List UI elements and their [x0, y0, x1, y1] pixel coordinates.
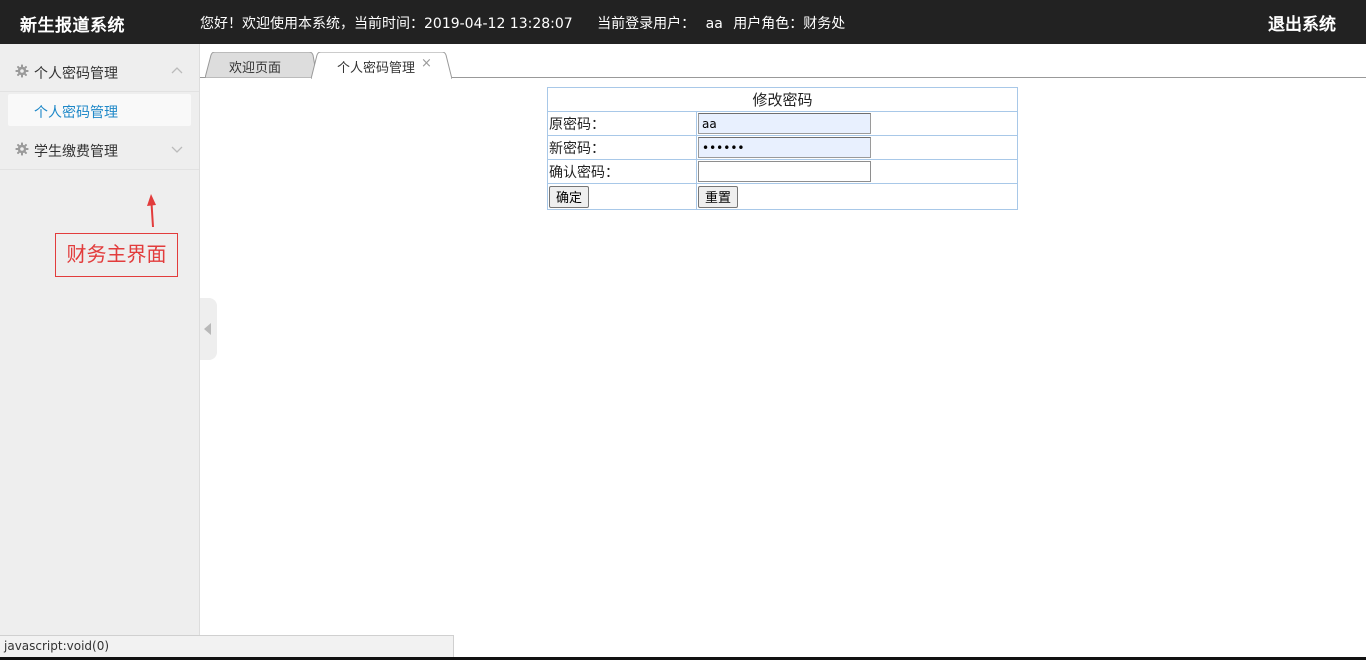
submit-button[interactable]: 确定 — [549, 185, 590, 208]
annotation-arrow-icon — [146, 194, 158, 228]
sidebar-item-label: 个人密码管理 — [34, 105, 118, 121]
current-user-label: 当前登录用户： — [597, 16, 696, 32]
welcome-info: 您好！欢迎使用本系统，当前时间：2019-04-12 13:28:07 当前登录… — [200, 13, 845, 33]
nav-group-student-fees[interactable]: 学生缴费管理 — [0, 130, 199, 170]
tab-label: 欢迎页面 — [229, 61, 282, 76]
tab-welcome[interactable]: 欢迎页面 — [205, 52, 317, 78]
current-datetime: 2019-04-12 13:28:07 — [424, 16, 573, 32]
user-role-label: 用户角色： — [733, 16, 804, 32]
new-password-input[interactable] — [698, 137, 871, 158]
nav-group-personal-password[interactable]: 个人密码管理 — [0, 44, 199, 92]
gear-icon — [15, 64, 29, 78]
confirm-password-label: 确认密码： — [547, 159, 697, 184]
logout-button[interactable]: 退出系统 — [1268, 10, 1336, 35]
nav-group-label: 个人密码管理 — [34, 66, 118, 82]
nav-group-label: 学生缴费管理 — [34, 144, 118, 160]
form-title: 修改密码 — [547, 87, 1018, 112]
tab-personal-password[interactable]: 个人密码管理 × — [311, 52, 452, 79]
old-password-label: 原密码： — [547, 111, 697, 136]
caret-left-icon — [204, 323, 211, 335]
confirm-password-input[interactable] — [698, 161, 871, 182]
chevron-down-icon — [171, 143, 183, 155]
old-password-input[interactable] — [698, 113, 871, 134]
gear-icon — [15, 142, 29, 156]
app-title: 新生报道系统 — [20, 16, 125, 36]
current-username: aa — [705, 16, 723, 32]
new-password-label: 新密码： — [547, 135, 697, 160]
change-password-form: 修改密码 原密码： 新密码： 确认密码： 确定 重置 — [547, 87, 1018, 210]
browser-status-bar: javascript:void(0) — [0, 635, 454, 657]
tab-bar: 欢迎页面 个人密码管理 × — [200, 44, 1366, 79]
sidebar-item-personal-password[interactable]: 个人密码管理 — [8, 94, 191, 126]
tab-label: 个人密码管理 — [337, 61, 416, 76]
user-role: 财务处 — [803, 16, 846, 32]
close-icon[interactable]: × — [421, 56, 432, 71]
welcome-text: 您好！欢迎使用本系统，当前时间： — [200, 16, 424, 32]
annotation-label: 财务主界面 — [55, 233, 178, 277]
chevron-up-icon — [171, 65, 183, 77]
reset-button[interactable]: 重置 — [698, 185, 739, 208]
sidebar-collapse-handle[interactable] — [200, 298, 217, 360]
top-header: 新生报道系统 您好！欢迎使用本系统，当前时间：2019-04-12 13:28:… — [0, 0, 1366, 44]
sidebar: 个人密码管理 个人密码管理 学生缴费管理 — [0, 44, 200, 660]
